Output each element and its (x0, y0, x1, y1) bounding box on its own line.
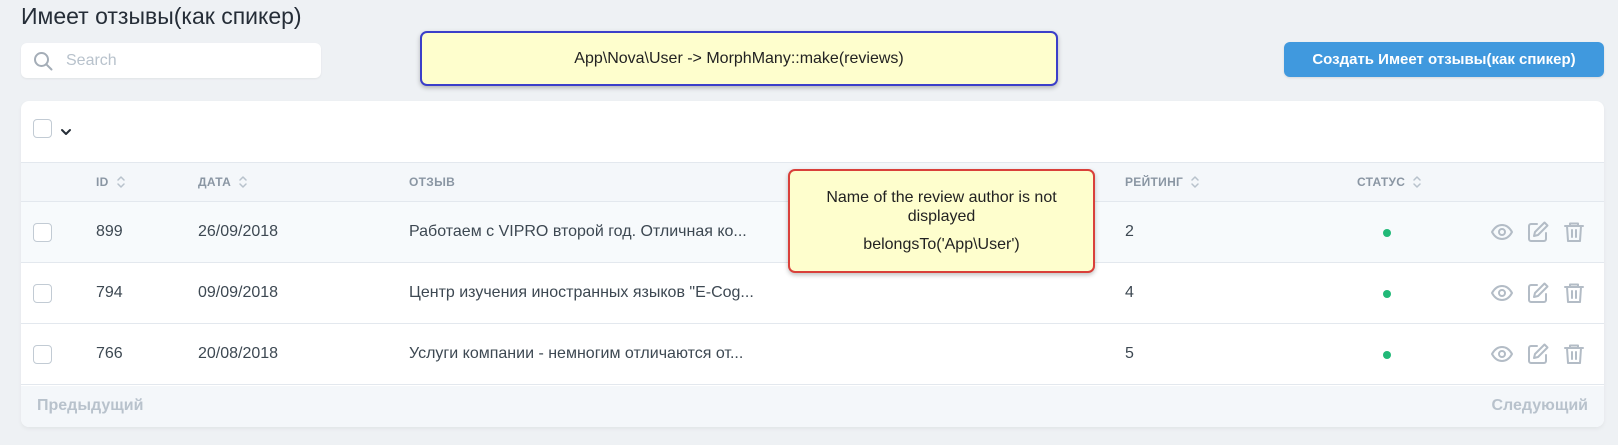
column-header-date[interactable]: ДАТА (198, 175, 248, 189)
sort-icon (239, 176, 247, 188)
pagination: Предыдущий Следующий (21, 386, 1604, 427)
status-indicator (1383, 351, 1391, 359)
cell-date: 20/08/2018 (198, 345, 279, 362)
eye-icon[interactable] (1490, 281, 1514, 305)
author-annotation-text: Name of the review author is not display… (826, 189, 1057, 225)
create-review-button[interactable]: Создать Имеет отзывы(как спикер) (1284, 42, 1604, 77)
cell-rating: 2 (1125, 223, 1134, 240)
cell-id: 794 (96, 284, 123, 301)
trash-icon[interactable] (1562, 281, 1586, 305)
page-title: Имеет отзывы(как спикер) (21, 3, 302, 29)
table-row[interactable]: 766 20/08/2018 Услуги компании - немноги… (21, 324, 1604, 385)
search-box (21, 43, 321, 78)
row-checkbox[interactable] (33, 345, 52, 364)
author-annotation-code: belongsTo('App\User') (863, 236, 1020, 253)
cell-review: Работаем с VIPRO второй год. Отличная ко… (409, 223, 747, 240)
relation-annotation-text: App\Nova\User -> MorphMany::make(reviews… (574, 49, 904, 67)
search-input[interactable] (66, 51, 306, 70)
status-indicator (1383, 229, 1391, 237)
column-header-id[interactable]: ID (96, 175, 126, 189)
trash-icon[interactable] (1562, 342, 1586, 366)
sort-icon (116, 176, 125, 188)
cell-date: 26/09/2018 (198, 223, 279, 240)
trash-icon[interactable] (1562, 220, 1586, 244)
column-header-review: ОТЗЫВ (409, 175, 456, 189)
eye-icon[interactable] (1490, 220, 1514, 244)
cell-rating: 4 (1125, 284, 1134, 301)
select-all-checkbox[interactable] (33, 119, 52, 138)
author-annotation-note: Name of the review author is not display… (788, 169, 1095, 273)
edit-icon[interactable] (1526, 281, 1550, 305)
previous-page-button[interactable]: Предыдущий (37, 397, 143, 415)
relation-annotation-note: App\Nova\User -> MorphMany::make(reviews… (420, 31, 1058, 86)
cell-review: Услуги компании - немногим отличаются от… (409, 345, 744, 362)
edit-icon[interactable] (1526, 220, 1550, 244)
status-indicator (1383, 290, 1391, 298)
column-header-status[interactable]: СТАТУС (1357, 175, 1422, 189)
cell-date: 09/09/2018 (198, 284, 279, 301)
column-header-rating[interactable]: РЕЙТИНГ (1125, 175, 1200, 189)
cell-rating: 5 (1125, 345, 1134, 362)
edit-icon[interactable] (1526, 342, 1550, 366)
row-checkbox[interactable] (33, 284, 52, 303)
next-page-button[interactable]: Следующий (1492, 397, 1589, 415)
sort-icon (1413, 176, 1422, 188)
chevron-down-icon[interactable] (59, 125, 73, 139)
eye-icon[interactable] (1490, 342, 1514, 366)
search-icon (34, 52, 53, 71)
cell-id: 899 (96, 223, 123, 240)
row-checkbox[interactable] (33, 223, 52, 242)
cell-id: 766 (96, 345, 123, 362)
sort-icon (1191, 176, 1199, 188)
cell-review: Центр изучения иностранных языков "E-Cog… (409, 284, 754, 301)
